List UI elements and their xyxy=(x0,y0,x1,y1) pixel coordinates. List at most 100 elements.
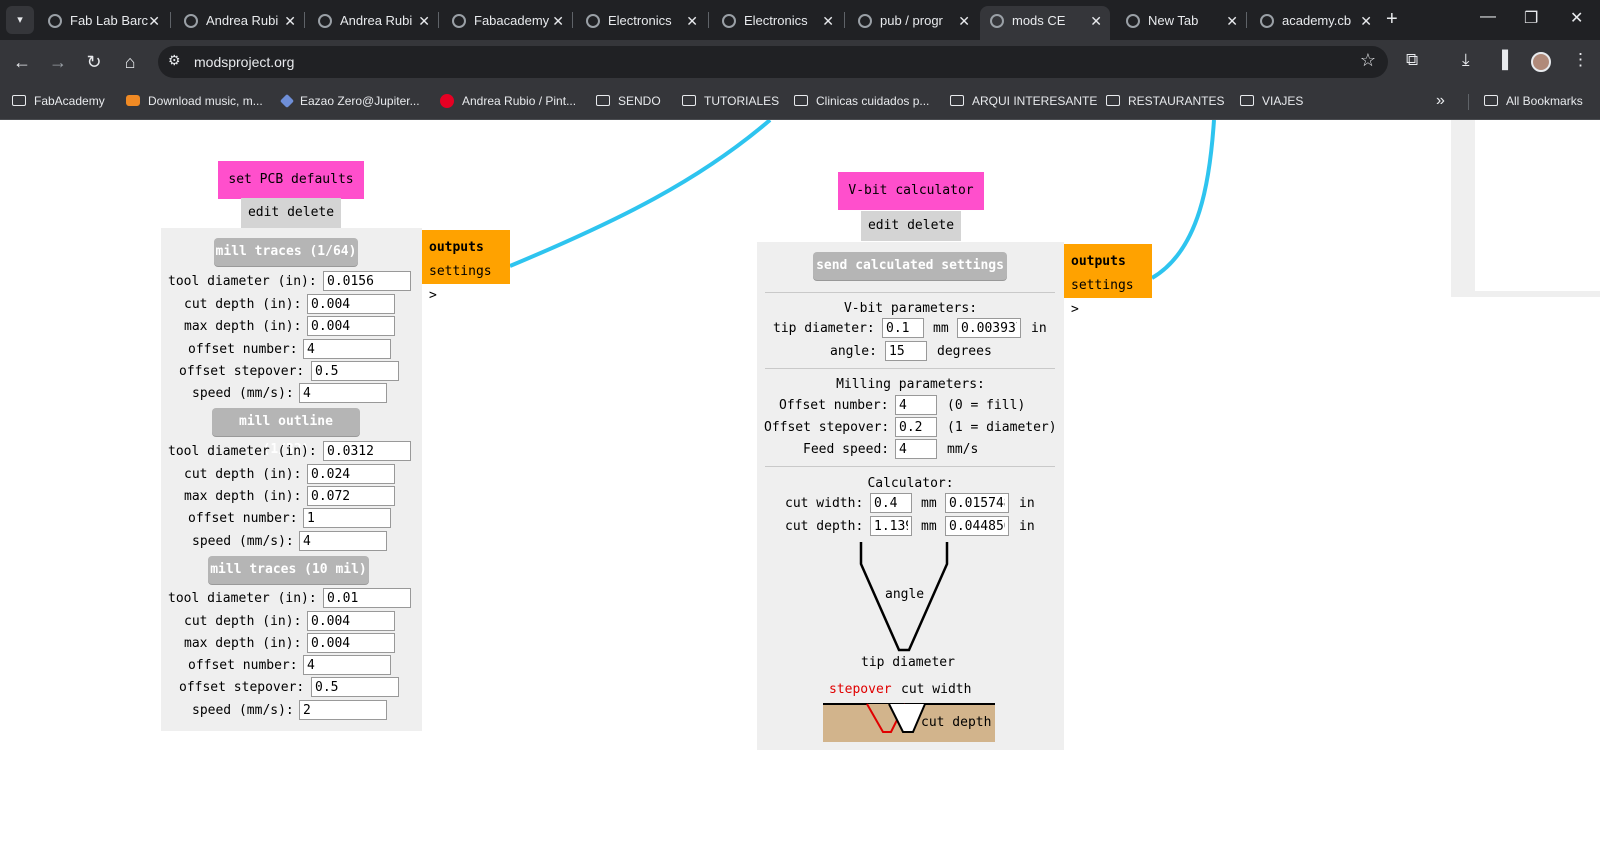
pcb-field-input[interactable] xyxy=(311,361,399,381)
pcb-field-input[interactable] xyxy=(299,700,387,720)
side-panel-icon[interactable]: ▐ xyxy=(1496,50,1508,70)
tab-label: Fab Lab Barc xyxy=(70,13,149,28)
pcb-field-input[interactable] xyxy=(307,633,395,653)
vbit-module-title[interactable]: V-bit calculator xyxy=(838,172,984,210)
bookmark-item[interactable]: Clinicas cuidados p... xyxy=(794,84,929,118)
browser-tab[interactable]: Andrea Rubi ✕ xyxy=(174,6,304,36)
pcb-field-input[interactable] xyxy=(307,294,395,314)
tab-separator xyxy=(438,12,439,28)
pcb-field-label: speed (mm/s): xyxy=(192,386,294,401)
tab-close-icon[interactable]: ✕ xyxy=(1360,6,1372,36)
wire-pcb-settings[interactable] xyxy=(509,120,772,268)
bookmark-item[interactable]: ARQUI INTERESANTE xyxy=(950,84,1097,118)
pcb-preset-button[interactable]: mill traces (1/64) xyxy=(214,238,358,266)
bookmark-item[interactable]: RESTAURANTES xyxy=(1106,84,1224,118)
vbit-module-edit-delete[interactable]: edit delete xyxy=(861,211,961,241)
pcb-field-input[interactable] xyxy=(311,677,399,697)
site-settings-icon[interactable]: ⚙ xyxy=(168,52,181,69)
tab-close-icon[interactable]: ✕ xyxy=(1090,6,1102,36)
pcb-field-input[interactable] xyxy=(323,588,411,608)
tab-close-icon[interactable]: ✕ xyxy=(552,6,564,36)
pcb-field-input[interactable] xyxy=(307,464,395,484)
bookmark-item[interactable]: FabAcademy xyxy=(12,84,105,118)
browser-tab[interactable]: New Tab ✕ xyxy=(1116,6,1246,36)
browser-tab[interactable]: pub / progr ✕ xyxy=(848,6,978,36)
close-window-icon[interactable]: ✕ xyxy=(1570,8,1583,28)
tab-close-icon[interactable]: ✕ xyxy=(958,6,970,36)
bookmark-label: FabAcademy xyxy=(34,94,105,108)
bookmark-star-icon[interactable]: ☆ xyxy=(1360,50,1376,71)
diagram-cut-depth-label: cut depth xyxy=(921,715,992,730)
extensions-icon[interactable]: ⧉ xyxy=(1406,50,1418,70)
globe-icon xyxy=(184,14,198,28)
url-text[interactable]: modsproject.org xyxy=(194,46,294,78)
tab-close-icon[interactable]: ✕ xyxy=(284,6,296,36)
tab-strip: ▾ Fab Lab Barc ✕ Andrea Rubi ✕ Andrea Rubi ✕ F… xyxy=(0,0,1600,40)
tab-close-icon[interactable]: ✕ xyxy=(148,6,160,36)
folder-icon xyxy=(682,95,696,106)
bookmark-label: VIAJES xyxy=(1262,94,1304,108)
pcb-module-edit-delete[interactable]: edit delete xyxy=(241,198,341,228)
download-icon[interactable]: ⤓ xyxy=(1462,50,1470,70)
pcb-preset-button[interactable]: mill outline (1/32) xyxy=(212,408,360,457)
pcb-field-input[interactable] xyxy=(323,441,411,461)
reload-icon[interactable]: ↻ xyxy=(80,48,108,76)
bookmark-item[interactable]: Eazao Zero@Jupiter... xyxy=(279,84,420,118)
browser-tab[interactable]: mods CE ✕ xyxy=(980,6,1110,40)
pcb-field-input[interactable] xyxy=(303,339,391,359)
all-bookmarks-button[interactable]: All Bookmarks xyxy=(1484,84,1583,118)
folder-icon xyxy=(596,95,610,106)
pcb-field-label: tool diameter (in): xyxy=(168,591,317,606)
pcb-field-input[interactable] xyxy=(303,655,391,675)
pcb-field-input[interactable] xyxy=(307,316,395,336)
back-icon[interactable]: ← xyxy=(8,48,36,76)
vbit-outputs-settings[interactable]: settings > xyxy=(1071,274,1145,322)
tab-label: Andrea Rubi xyxy=(206,13,279,28)
bookmark-item[interactable]: Andrea Rubio / Pint... xyxy=(440,84,576,118)
browser-tab[interactable]: Fab Lab Barc ✕ xyxy=(38,6,168,36)
folder-icon xyxy=(1106,95,1120,106)
pcb-module-title[interactable]: set PCB defaults xyxy=(218,161,364,199)
pcb-field-input[interactable] xyxy=(299,531,387,551)
pcb-field-input[interactable] xyxy=(307,486,395,506)
tab-search-button[interactable]: ▾ xyxy=(6,6,34,34)
pcb-field-input[interactable] xyxy=(323,271,411,291)
bookmark-item[interactable]: TUTORIALES xyxy=(682,84,779,118)
wire-vbit-settings[interactable] xyxy=(1150,120,1216,280)
browser-tab[interactable]: academy.cb ✕ xyxy=(1250,6,1380,36)
diagram-angle-label: angle xyxy=(885,587,925,602)
menu-kebab-icon[interactable]: ⋮ xyxy=(1572,50,1589,70)
minimize-icon[interactable]: — xyxy=(1480,8,1496,26)
tab-close-icon[interactable]: ✕ xyxy=(686,6,698,36)
browser-tab[interactable]: Fabacademy ✕ xyxy=(442,6,572,36)
pcb-preset-button[interactable]: mill traces (10 mil) xyxy=(208,556,369,584)
tab-close-icon[interactable]: ✕ xyxy=(822,6,834,36)
bookmark-item[interactable]: Download music, m... xyxy=(126,84,263,118)
bookmarks-bar: FabAcademy Download music, m... Eazao Zero… xyxy=(0,84,1600,120)
app-icon xyxy=(279,93,295,109)
bookmark-item[interactable]: VIAJES xyxy=(1240,84,1303,118)
address-bar[interactable]: ⚙ modsproject.org ☆ xyxy=(158,46,1388,78)
forward-icon[interactable]: → xyxy=(44,48,72,76)
browser-tab[interactable]: Electronics ✕ xyxy=(712,6,842,36)
more-bookmarks-button[interactable]: » xyxy=(1436,84,1445,118)
browser-tab[interactable]: Andrea Rubi ✕ xyxy=(308,6,438,36)
folder-icon xyxy=(794,95,808,106)
restore-icon[interactable]: ❐ xyxy=(1524,8,1538,28)
tab-close-icon[interactable]: ✕ xyxy=(1226,6,1238,36)
profile-avatar[interactable] xyxy=(1531,52,1551,72)
mods-canvas[interactable]: set PCB defaults edit delete outputs set… xyxy=(0,120,1600,851)
pcb-outputs-settings[interactable]: settings > xyxy=(429,260,503,308)
pcb-field-input[interactable] xyxy=(303,508,391,528)
tab-close-icon[interactable]: ✕ xyxy=(418,6,430,36)
pcb-field-input[interactable] xyxy=(299,383,387,403)
bookmark-label: Eazao Zero@Jupiter... xyxy=(300,94,420,108)
bookmark-label: Andrea Rubio / Pint... xyxy=(462,94,577,108)
home-icon[interactable]: ⌂ xyxy=(116,48,144,76)
bookmark-item[interactable]: SENDO xyxy=(596,84,661,118)
pcb-outputs: outputs settings > xyxy=(422,230,510,303)
new-tab-button[interactable]: + xyxy=(1386,8,1398,31)
browser-tab[interactable]: Electronics ✕ xyxy=(576,6,706,36)
pcb-field-input[interactable] xyxy=(307,611,395,631)
gmail-icon xyxy=(452,14,466,28)
